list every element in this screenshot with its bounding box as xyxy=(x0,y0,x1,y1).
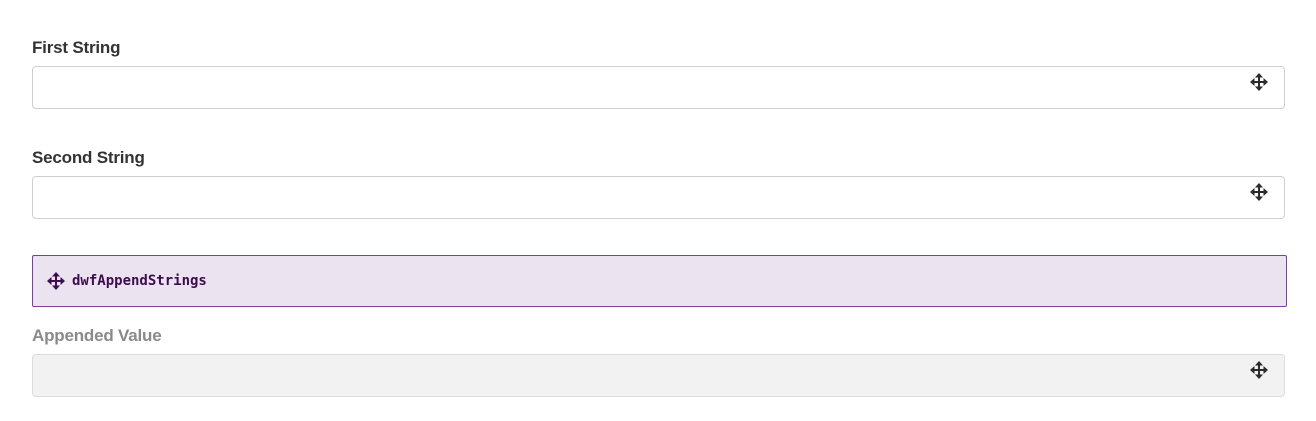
move-icon[interactable] xyxy=(1250,183,1268,201)
appended-value-input xyxy=(33,355,1237,396)
appended-value-field-container xyxy=(32,354,1285,397)
second-string-label: Second String xyxy=(32,148,145,167)
function-name: dwfAppendStrings xyxy=(72,273,207,289)
function-block[interactable]: dwfAppendStrings xyxy=(32,255,1287,307)
move-icon[interactable] xyxy=(1250,361,1268,379)
form-page: First String Second String dwfAppendStri… xyxy=(0,0,1316,421)
second-string-input[interactable] xyxy=(33,177,1237,218)
appended-value-label: Appended Value xyxy=(32,326,162,345)
first-string-field-container xyxy=(32,66,1285,109)
first-string-input[interactable] xyxy=(33,67,1237,108)
move-icon[interactable] xyxy=(47,272,65,290)
first-string-label: First String xyxy=(32,38,121,57)
second-string-field-container xyxy=(32,176,1285,219)
move-icon[interactable] xyxy=(1250,73,1268,91)
